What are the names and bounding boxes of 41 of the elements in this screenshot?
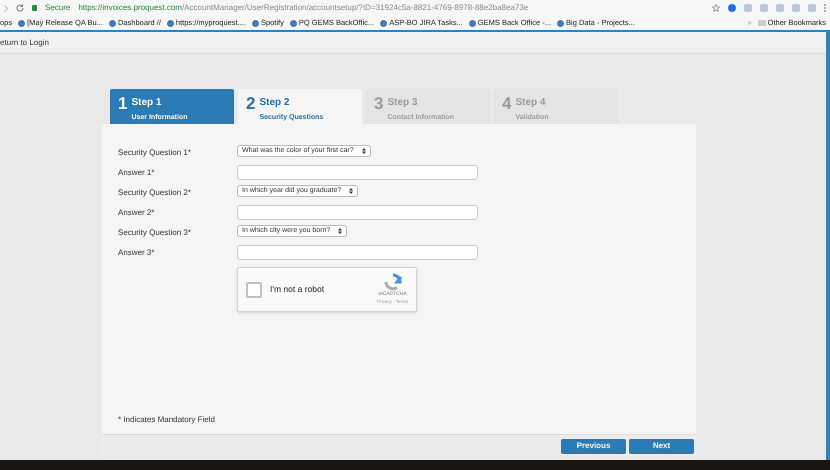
bookmark-icon — [252, 20, 259, 26]
step-number: 1 — [118, 95, 128, 112]
captcha-checkbox[interactable] — [246, 282, 262, 298]
reload-icon[interactable] — [16, 4, 24, 12]
select-arrows-icon — [338, 228, 342, 234]
answer-input[interactable] — [237, 165, 478, 180]
bookmark-icon — [557, 20, 564, 26]
secure-label: Secure — [45, 2, 70, 14]
bookmark-icon — [18, 20, 26, 26]
answer-input[interactable] — [237, 205, 478, 220]
mandatory-note: * Indicates Mandatory Field — [118, 414, 216, 426]
step-title: Step 2 — [259, 96, 290, 110]
bookmark-icon — [380, 20, 388, 26]
select-arrows-icon — [362, 148, 366, 154]
folder-icon — [758, 20, 766, 26]
step-number: 4 — [502, 95, 512, 112]
answer-input[interactable] — [237, 245, 478, 260]
step-title: Step 1 — [131, 96, 162, 110]
field-label: Answer 1* — [118, 166, 156, 178]
step-title: Step 3 — [387, 96, 418, 110]
field-label: Security Question 1* — [118, 146, 192, 158]
field-label: Answer 2* — [118, 206, 156, 218]
select-arrows-icon — [349, 188, 354, 194]
previous-button[interactable]: Previous — [561, 438, 626, 454]
step-title: Step 4 — [515, 96, 546, 110]
captcha-label: I'm not a robot — [270, 283, 326, 296]
step-number: 3 — [374, 95, 384, 112]
bookmark-icon — [468, 20, 476, 26]
next-button[interactable]: Next — [629, 438, 694, 454]
url-text[interactable]: https://invoices.proquest.com/AccountManager/UserRegistration/accountsetup/?ID=31924c5a-8821-4769-8978-88e2ba8ea73e — [78, 2, 528, 14]
forward-icon[interactable] — [4, 4, 8, 12]
bookmark-icon — [108, 20, 116, 26]
star-icon[interactable] — [712, 4, 720, 12]
field-label: Answer 3* — [118, 246, 156, 258]
bookmark-icon — [166, 20, 174, 26]
field-label: Security Question 3* — [118, 226, 192, 238]
bookmark-icon — [290, 20, 297, 26]
recaptcha-logo-icon — [384, 273, 402, 292]
step-number: 2 — [246, 95, 256, 112]
field-label: Security Question 2* — [118, 186, 192, 198]
return-to-login-link[interactable]: eturn to Login — [0, 36, 49, 48]
